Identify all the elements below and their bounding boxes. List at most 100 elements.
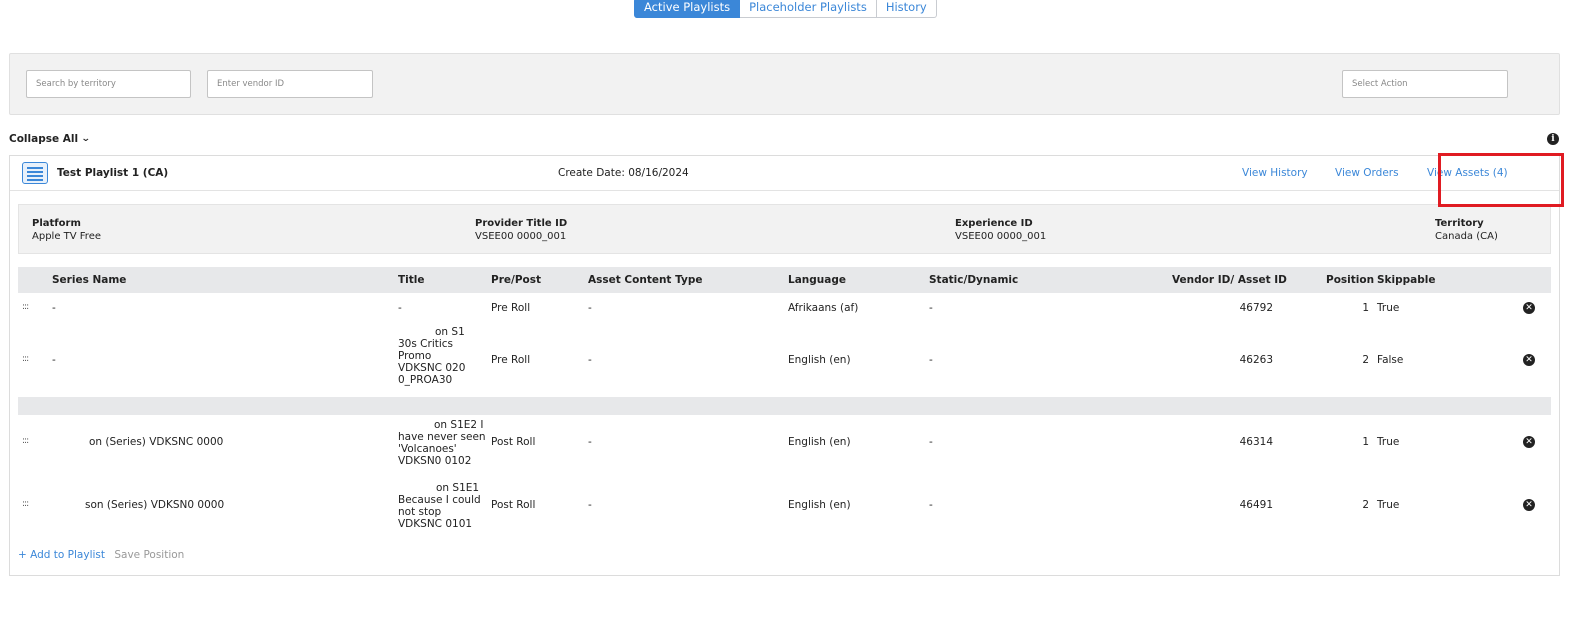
col-position: Position [1326, 274, 1375, 286]
table-row: ::: son (Series) VDKSN0 0000 on S1E1 Bec… [18, 479, 1551, 539]
territory-value: Canada (CA) [1435, 231, 1498, 242]
remove-asset-icon[interactable]: ✕ [1523, 354, 1535, 366]
title-cell: on S1E2 I have never seen 'Volcanoes' VD… [398, 419, 488, 467]
static-dynamic-cell: - [929, 436, 933, 448]
language-cell: English (en) [788, 354, 851, 366]
pre-post-cell: Post Roll [491, 499, 536, 511]
playlist-card: Test Playlist 1 (CA) Create Date: 08/16/… [9, 155, 1560, 576]
title-line: on S1E2 I [434, 419, 484, 431]
series-name-cell: - [52, 302, 56, 314]
view-orders-link[interactable]: View Orders [1335, 167, 1399, 179]
experience-info: Experience ID VSEE00 0000_001 [955, 217, 1046, 243]
tab-placeholder-playlists[interactable]: Placeholder Playlists [740, 0, 877, 18]
language-cell: English (en) [788, 499, 851, 511]
col-vendor-asset-id: Vendor ID/ Asset ID [1172, 274, 1287, 286]
title-line: VDKSNC 020 [398, 362, 466, 374]
save-position-link[interactable]: Save Position [114, 549, 184, 561]
skippable-cell: True [1377, 499, 1400, 511]
drag-handle-icon[interactable]: ::: [22, 302, 29, 312]
col-asset-content-type: Asset Content Type [588, 274, 703, 286]
playlist-footer: + Add to Playlist Save Position [18, 549, 184, 561]
add-to-playlist-link[interactable]: + Add to Playlist [18, 549, 105, 561]
title-cell: on S1E1 Because I could not stop VDKSNC … [398, 482, 488, 530]
title-line: on S1E1 [436, 482, 480, 494]
title-line: on S1 [435, 326, 465, 338]
collapse-all-toggle[interactable]: Collapse All ⌄ [9, 133, 91, 145]
pre-post-cell: Pre Roll [491, 302, 531, 314]
vendor-id-input[interactable]: Enter vendor ID [207, 70, 373, 98]
col-title: Title [398, 274, 425, 286]
title-line: VDKSNC 0101 [398, 518, 473, 530]
position-cell: 1 [1362, 302, 1369, 314]
drag-handle-icon[interactable]: ::: [22, 499, 29, 509]
col-static-dynamic: Static/Dynamic [929, 274, 1019, 286]
collapse-all-label: Collapse All [9, 133, 79, 145]
highlight-box [1438, 153, 1564, 207]
pre-post-cell: Post Roll [491, 436, 536, 448]
tab-history[interactable]: History [876, 0, 937, 18]
territory-search-input[interactable]: Search by territory [26, 70, 191, 98]
language-cell: English (en) [788, 436, 851, 448]
title-line: Promo [398, 350, 432, 362]
view-history-link[interactable]: View History [1242, 167, 1308, 179]
vendor-id-cell: 46314 [1239, 436, 1273, 448]
provider-title-info: Provider Title ID VSEE00 0000_001 [475, 217, 567, 243]
vendor-id-cell: 46792 [1239, 302, 1273, 314]
static-dynamic-cell: - [929, 302, 933, 314]
asset-content-type-cell: - [588, 354, 592, 366]
language-cell: Afrikaans (af) [788, 302, 859, 314]
col-series-name: Series Name [52, 274, 127, 286]
title-line: have never seen [398, 431, 486, 443]
vendor-id-cell: 46491 [1239, 499, 1273, 511]
static-dynamic-cell: - [929, 499, 933, 511]
position-cell: 2 [1362, 354, 1369, 366]
pre-post-cell: Pre Roll [491, 354, 531, 366]
remove-asset-icon[interactable]: ✕ [1523, 499, 1535, 511]
title-line: 30s Critics [398, 338, 454, 350]
create-date: Create Date: 08/16/2024 [558, 167, 689, 179]
territory-info: Territory Canada (CA) [1435, 217, 1498, 243]
title-cell: - [398, 302, 402, 314]
series-name-cell: son (Series) VDKSN0 0000 [85, 499, 225, 511]
remove-asset-icon[interactable]: ✕ [1523, 302, 1535, 314]
provider-title-label: Provider Title ID [475, 218, 568, 229]
platform-label: Platform [32, 218, 81, 229]
remove-asset-icon[interactable]: ✕ [1523, 436, 1535, 448]
title-line: VDKSN0 0102 [398, 455, 472, 467]
series-name-cell: - [52, 354, 56, 366]
filter-bar: Search by territory Enter vendor ID Sele… [9, 53, 1560, 115]
title-line: Because I could [398, 494, 481, 506]
vendor-id-cell: 46263 [1239, 354, 1273, 366]
asset-content-type-cell: - [588, 436, 592, 448]
platform-value: Apple TV Free [32, 231, 101, 242]
playlist-info-box: Platform Apple TV Free Provider Title ID… [18, 204, 1551, 254]
asset-content-type-cell: - [588, 499, 592, 511]
table-row: ::: on (Series) VDKSNC 0000 on S1E2 I ha… [18, 416, 1551, 476]
title-line: not stop [398, 506, 442, 518]
playlist-name: Test Playlist 1 (CA) [57, 167, 169, 179]
title-line: 0_PROA30 [398, 374, 453, 386]
skippable-cell: True [1377, 436, 1400, 448]
title-line: 'Volcanoes' [398, 443, 457, 455]
drag-handle-icon[interactable]: ::: [22, 354, 29, 364]
info-icon[interactable]: i [1547, 133, 1559, 145]
table-row: ::: - - Pre Roll - Afrikaans (af) - 4679… [18, 296, 1551, 320]
experience-label: Experience ID [955, 218, 1033, 229]
series-name-cell: on (Series) VDKSNC 0000 [89, 436, 224, 448]
skippable-cell: True [1377, 302, 1400, 314]
col-pre-post: Pre/Post [491, 274, 542, 286]
static-dynamic-cell: - [929, 354, 933, 366]
platform-info: Platform Apple TV Free [32, 217, 101, 243]
skippable-cell: False [1377, 354, 1404, 366]
group-separator [18, 397, 1551, 415]
select-action-dropdown[interactable]: Select Action [1342, 70, 1508, 98]
table-row: ::: - on S1 30s Critics Promo VDKSNC 020… [18, 322, 1551, 394]
col-skippable: Skippable [1377, 274, 1436, 286]
tab-active-playlists[interactable]: Active Playlists [634, 0, 741, 18]
experience-value: VSEE00 0000_001 [955, 231, 1047, 242]
playlist-list-icon [22, 162, 48, 184]
drag-handle-icon[interactable]: ::: [22, 436, 29, 446]
playlist-header: Test Playlist 1 (CA) Create Date: 08/16/… [10, 156, 1559, 191]
col-language: Language [788, 274, 846, 286]
territory-label: Territory [1435, 218, 1484, 229]
